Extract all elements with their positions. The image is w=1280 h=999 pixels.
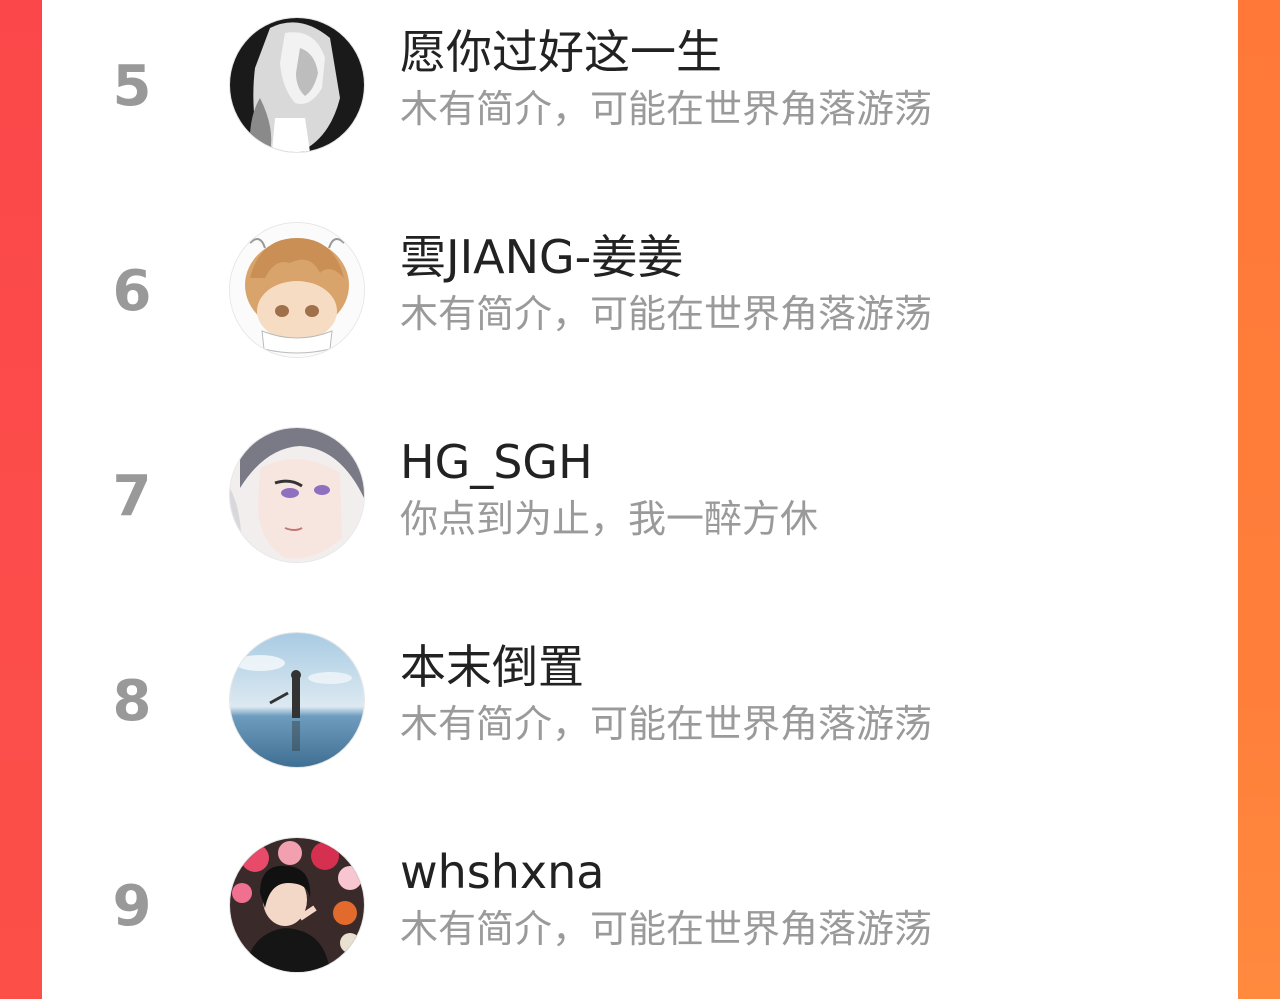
rank-number: 9 xyxy=(112,874,152,939)
user-name: 雲JIANG-姜姜 xyxy=(400,230,684,284)
user-avatar-icon[interactable] xyxy=(230,223,364,357)
ranking-list-item[interactable]: 8 本末倒置 木有简介，可能在世界角落游荡 xyxy=(42,615,1238,820)
user-bio: 木有简介，可能在世界角落游荡 xyxy=(400,87,933,131)
user-avatar-icon[interactable] xyxy=(230,633,364,767)
user-name: 愿你过好这一生 xyxy=(400,25,722,79)
user-avatar-icon[interactable] xyxy=(230,428,364,562)
rank-number: 7 xyxy=(112,464,152,529)
ranking-list-item[interactable]: 6 雲JIANG-姜姜 木有简介，可能在世界角落游荡 xyxy=(42,205,1238,410)
avatar-anime-man-purple-eyes-icon xyxy=(230,428,364,562)
ranking-list-item[interactable]: 5 愿你过好这一生 木有简介，可能在世界角落游荡 xyxy=(42,0,1238,205)
avatar-girl-flowers-icon xyxy=(230,838,364,972)
background-left-edge xyxy=(0,0,42,999)
user-name: whshxna xyxy=(400,845,605,899)
user-avatar-icon[interactable] xyxy=(230,838,364,972)
user-bio: 木有简介，可能在世界角落游荡 xyxy=(400,702,933,746)
ranking-list-item[interactable]: 7 HG_SGH 你点到为止，我一醉方休 xyxy=(42,410,1238,615)
avatar-girl-monochrome-hair-icon xyxy=(230,18,364,152)
user-name: 本末倒置 xyxy=(400,640,584,694)
user-avatar-icon[interactable] xyxy=(230,18,364,152)
rank-number: 6 xyxy=(112,259,152,324)
background-right-edge xyxy=(1238,0,1280,999)
avatar-person-sky-water-icon xyxy=(230,633,364,767)
avatar-anime-boy-cute-icon xyxy=(230,223,364,357)
rank-number: 8 xyxy=(112,669,152,734)
user-bio: 你点到为止，我一醉方休 xyxy=(400,497,819,541)
rank-number: 5 xyxy=(112,54,152,119)
user-name: HG_SGH xyxy=(400,435,593,489)
ranking-list-panel[interactable]: 5 愿你过好这一生 木有简介，可能在世界角落游荡 6 雲JIANG-姜姜 木有简… xyxy=(42,0,1238,999)
user-bio: 木有简介，可能在世界角落游荡 xyxy=(400,907,933,951)
ranking-list-item[interactable]: 9 whshxna 木有简介，可能在世界角落游荡 xyxy=(42,820,1238,999)
user-bio: 木有简介，可能在世界角落游荡 xyxy=(400,292,933,336)
